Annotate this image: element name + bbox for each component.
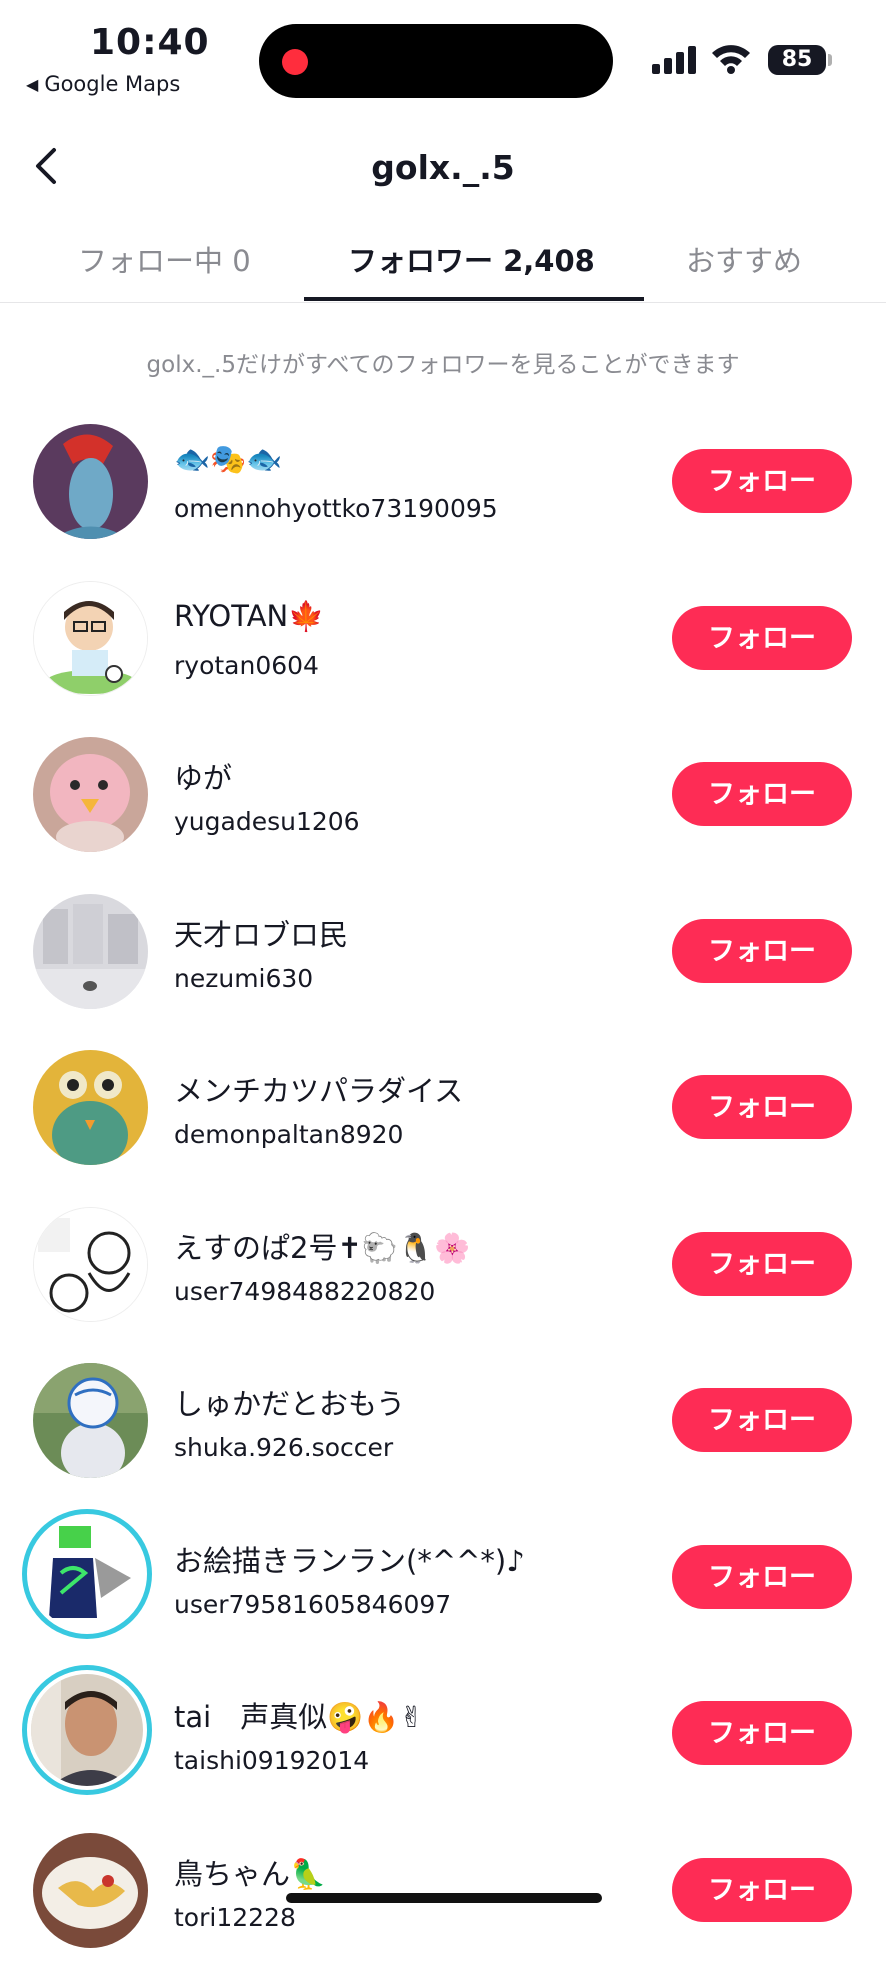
avatar[interactable] — [22, 1509, 152, 1639]
list-item[interactable]: えすのぱ2号✝🐑🐧🌸 user7498488220820 フォロー — [0, 1201, 886, 1358]
follower-list: 🐟🎭🐟 omennohyottko73190095 フォロー RYOTAN🍁 r… — [0, 418, 886, 1983]
list-item[interactable]: お絵描きランラン(*^^*)♪ user79581605846097 フォロー — [0, 1514, 886, 1671]
avatar[interactable] — [33, 1833, 148, 1948]
follow-button[interactable]: フォロー — [672, 1232, 852, 1296]
follower-handle: omennohyottko73190095 — [174, 494, 498, 523]
cellular-signal-icon — [652, 46, 698, 74]
list-item[interactable]: ゆが yugadesu1206 フォロー — [0, 731, 886, 888]
battery-icon: 85 — [768, 45, 826, 75]
follower-name: メンチカツパラダイス — [174, 1068, 463, 1110]
profile-header: golx._.5 — [0, 130, 886, 210]
follow-button[interactable]: フォロー — [672, 1388, 852, 1452]
follow-button[interactable]: フォロー — [672, 1701, 852, 1765]
list-item[interactable]: 🐟🎭🐟 omennohyottko73190095 フォロー — [0, 418, 886, 575]
list-item[interactable]: 天才ロブロ民 nezumi630 フォロー — [0, 888, 886, 1045]
avatar[interactable] — [33, 581, 148, 696]
active-tab-indicator — [304, 297, 644, 301]
follower-handle: yugadesu1206 — [174, 807, 360, 836]
follow-button[interactable]: フォロー — [672, 1075, 852, 1139]
follow-button[interactable]: フォロー — [672, 1545, 852, 1609]
home-indicator[interactable] — [286, 1893, 602, 1903]
list-item[interactable]: メンチカツパラダイス demonpaltan8920 フォロー — [0, 1044, 886, 1201]
status-bar: 10:40 ◀ Google Maps 85 — [0, 0, 886, 110]
tab-suggested[interactable]: おすすめ — [686, 238, 802, 280]
avatar[interactable] — [22, 1665, 152, 1795]
follower-name: しゅかだとおもう — [174, 1381, 405, 1423]
dynamic-island — [259, 24, 613, 98]
avatar[interactable] — [33, 424, 148, 539]
follower-name: RYOTAN🍁 — [174, 599, 324, 634]
follow-button[interactable]: フォロー — [672, 762, 852, 826]
status-time: 10:40 — [90, 22, 210, 63]
follower-name: 🐟🎭🐟 — [174, 442, 282, 477]
list-item[interactable]: tai 声真似🤪🔥✌ taishi09192014 フォロー — [0, 1670, 886, 1827]
follow-button[interactable]: フォロー — [672, 1858, 852, 1922]
back-to-app-link[interactable]: ◀ Google Maps — [26, 72, 180, 96]
avatar[interactable] — [33, 1363, 148, 1478]
back-app-label: Google Maps — [44, 72, 180, 96]
follower-handle: demonpaltan8920 — [174, 1120, 403, 1149]
follower-handle: user79581605846097 — [174, 1590, 451, 1619]
recording-dot-icon — [282, 49, 308, 75]
avatar[interactable] — [33, 1050, 148, 1165]
follower-handle: taishi09192014 — [174, 1746, 369, 1775]
avatar[interactable] — [33, 1207, 148, 1322]
page-title: golx._.5 — [0, 148, 886, 187]
follower-name: ゆが — [174, 755, 232, 797]
follower-handle: ryotan0604 — [174, 651, 319, 680]
follower-name: えすのぱ2号✝🐑🐧🌸 — [174, 1225, 470, 1267]
tab-following[interactable]: フォロー中 0 — [78, 238, 251, 280]
wifi-icon — [710, 42, 752, 74]
follower-name: tai 声真似🤪🔥✌ — [174, 1694, 424, 1736]
follower-name: お絵描きランラン(*^^*)♪ — [174, 1538, 525, 1580]
list-item[interactable]: しゅかだとおもう shuka.926.soccer フォロー — [0, 1357, 886, 1514]
follower-handle: tori12228 — [174, 1903, 296, 1932]
avatar[interactable] — [33, 894, 148, 1009]
follower-name: 鳥ちゃん🦜 — [174, 1851, 326, 1893]
list-item[interactable]: RYOTAN🍁 ryotan0604 フォロー — [0, 575, 886, 732]
follow-button[interactable]: フォロー — [672, 449, 852, 513]
follower-handle: shuka.926.soccer — [174, 1433, 393, 1462]
list-item[interactable]: 鳥ちゃん🦜 tori12228 フォロー — [0, 1827, 886, 1983]
avatar[interactable] — [33, 737, 148, 852]
follower-handle: nezumi630 — [174, 964, 313, 993]
follower-handle: user7498488220820 — [174, 1277, 435, 1306]
follower-name: 天才ロブロ民 — [174, 912, 348, 954]
back-triangle-icon: ◀ — [26, 75, 38, 94]
follow-button[interactable]: フォロー — [672, 606, 852, 670]
tab-bar: フォロー中 0 フォロワー 2,408 おすすめ — [0, 220, 886, 303]
follow-button[interactable]: フォロー — [672, 919, 852, 983]
privacy-notice: golx._.5だけがすべてのフォロワーを見ることができます — [0, 345, 886, 379]
tab-followers[interactable]: フォロワー 2,408 — [348, 238, 595, 280]
battery-tip — [828, 54, 832, 66]
